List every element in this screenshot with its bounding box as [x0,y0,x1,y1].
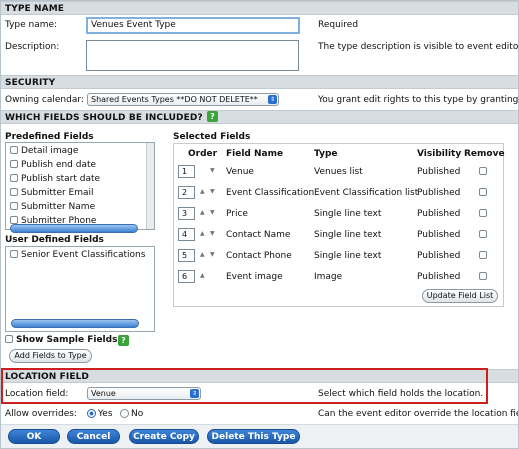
field-visibility: Published [417,251,461,261]
list-item[interactable]: Publish start date [10,174,100,184]
move-down-icon[interactable]: ▼ [210,209,215,216]
user-defined-fields-list[interactable]: Senior Event Classifications [5,246,155,332]
order-input[interactable]: 6 [178,270,195,283]
owning-calendar-select[interactable]: Shared Events Types **DO NOT DELETE** ⇕ [87,93,279,106]
field-type: Venues list [314,167,363,177]
create-copy-button[interactable]: Create Copy [129,429,199,444]
vertical-scrollbar[interactable] [146,143,154,229]
checkbox[interactable] [10,146,18,154]
remove-checkbox[interactable] [479,272,487,280]
move-down-icon[interactable]: ▼ [210,251,215,258]
order-input[interactable]: 5 [178,249,195,262]
security-header: SECURITY [1,75,518,89]
checkbox[interactable] [10,250,18,258]
help-icon[interactable]: ? [118,335,129,346]
overrides-yes-label[interactable]: Yes [98,409,113,419]
column-header-field-name: Field Name [226,149,284,159]
list-item[interactable]: Senior Event Classifications [10,250,145,260]
checkbox[interactable] [10,174,18,182]
event-type-editor: TYPE NAME Type name: Venues Event Type R… [0,0,519,449]
select-arrows-icon: ⇕ [268,95,277,104]
overrides-yes-radio[interactable] [87,409,96,418]
predefined-fields-label: Predefined Fields [5,132,94,142]
required-text: Required [318,20,359,30]
field-name: Event image [226,272,283,282]
remove-checkbox[interactable] [479,209,487,217]
overrides-hint: Can the event editor override the locati… [318,409,519,419]
predefined-fields-list[interactable]: Detail image Publish end date Publish st… [5,142,155,230]
move-up-icon[interactable]: ▲ [200,272,205,279]
order-input[interactable]: 4 [178,228,195,241]
fields-header-text: WHICH FIELDS SHOULD BE INCLUDED? [5,113,203,123]
type-name-input[interactable]: Venues Event Type [86,17,300,34]
column-header-order: Order [188,149,218,159]
list-item[interactable]: Detail image [10,146,78,156]
horizontal-scrollbar[interactable] [11,319,139,328]
delete-type-button[interactable]: Delete This Type [207,429,300,444]
cancel-button[interactable]: Cancel [67,429,120,444]
field-visibility: Published [417,230,461,240]
fields-header: WHICH FIELDS SHOULD BE INCLUDED? [1,110,518,124]
remove-checkbox[interactable] [479,188,487,196]
show-sample-fields[interactable]: Show Sample Fields [5,335,117,345]
move-down-icon[interactable]: ▼ [210,167,215,174]
move-down-icon[interactable]: ▼ [210,230,215,237]
help-icon[interactable]: ? [207,111,218,122]
owning-calendar-value: Shared Events Types **DO NOT DELETE** [91,95,258,104]
column-header-remove: Remove [464,149,505,159]
move-up-icon[interactable]: ▲ [200,251,205,258]
field-type: Image [314,272,343,282]
remove-checkbox[interactable] [479,230,487,238]
checkbox[interactable] [10,160,18,168]
move-up-icon[interactable]: ▲ [200,230,205,237]
field-visibility: Published [417,188,461,198]
field-name: Price [226,209,248,219]
field-name: Contact Name [226,230,291,240]
order-input[interactable]: 2 [178,186,195,199]
field-name: Venue [226,167,254,177]
overrides-no-label[interactable]: No [131,409,143,419]
description-hint: The type description is visible to event… [318,42,519,52]
field-visibility: Published [417,272,461,282]
field-type: Single line text [314,251,382,261]
field-name: Contact Phone [226,251,292,261]
checkbox[interactable] [10,202,18,210]
ok-button[interactable]: OK [8,429,60,444]
move-up-icon[interactable]: ▲ [200,209,205,216]
description-textarea[interactable] [86,40,299,71]
column-header-type: Type [314,149,338,159]
highlight-box [1,368,488,404]
type-name-label: Type name: [5,20,58,30]
move-down-icon[interactable]: ▼ [210,188,215,195]
column-header-visibility: Visibility [417,149,462,159]
field-name: Event Classification [226,188,315,198]
selected-fields-label: Selected Fields [173,132,251,142]
move-up-icon[interactable]: ▲ [200,188,205,195]
field-type: Event Classification list [314,188,419,198]
security-hint: You grant edit rights to this type by gr… [318,95,519,105]
description-label: Description: [5,42,60,52]
user-defined-fields-label: User Defined Fields [5,235,104,245]
checkbox[interactable] [10,188,18,196]
field-type: Single line text [314,230,382,240]
order-input[interactable]: 1 [178,165,195,178]
field-visibility: Published [417,167,461,177]
field-visibility: Published [417,209,461,219]
add-fields-button[interactable]: Add Fields to Type [9,349,92,363]
field-type: Single line text [314,209,382,219]
remove-checkbox[interactable] [479,167,487,175]
list-item[interactable]: Submitter Name [10,202,95,212]
allow-overrides-label: Allow overrides: [5,409,77,419]
checkbox[interactable] [10,216,18,224]
remove-checkbox[interactable] [479,251,487,259]
horizontal-scrollbar[interactable] [10,224,138,233]
show-sample-checkbox[interactable] [5,335,13,343]
list-item[interactable]: Submitter Email [10,188,94,198]
list-item[interactable]: Publish end date [10,160,96,170]
type-name-header: TYPE NAME [1,1,518,15]
update-field-list-button[interactable]: Update Field List [422,289,498,303]
order-input[interactable]: 3 [178,207,195,220]
overrides-no-radio[interactable] [120,409,129,418]
owning-calendar-label: Owning calendar: [5,95,84,105]
